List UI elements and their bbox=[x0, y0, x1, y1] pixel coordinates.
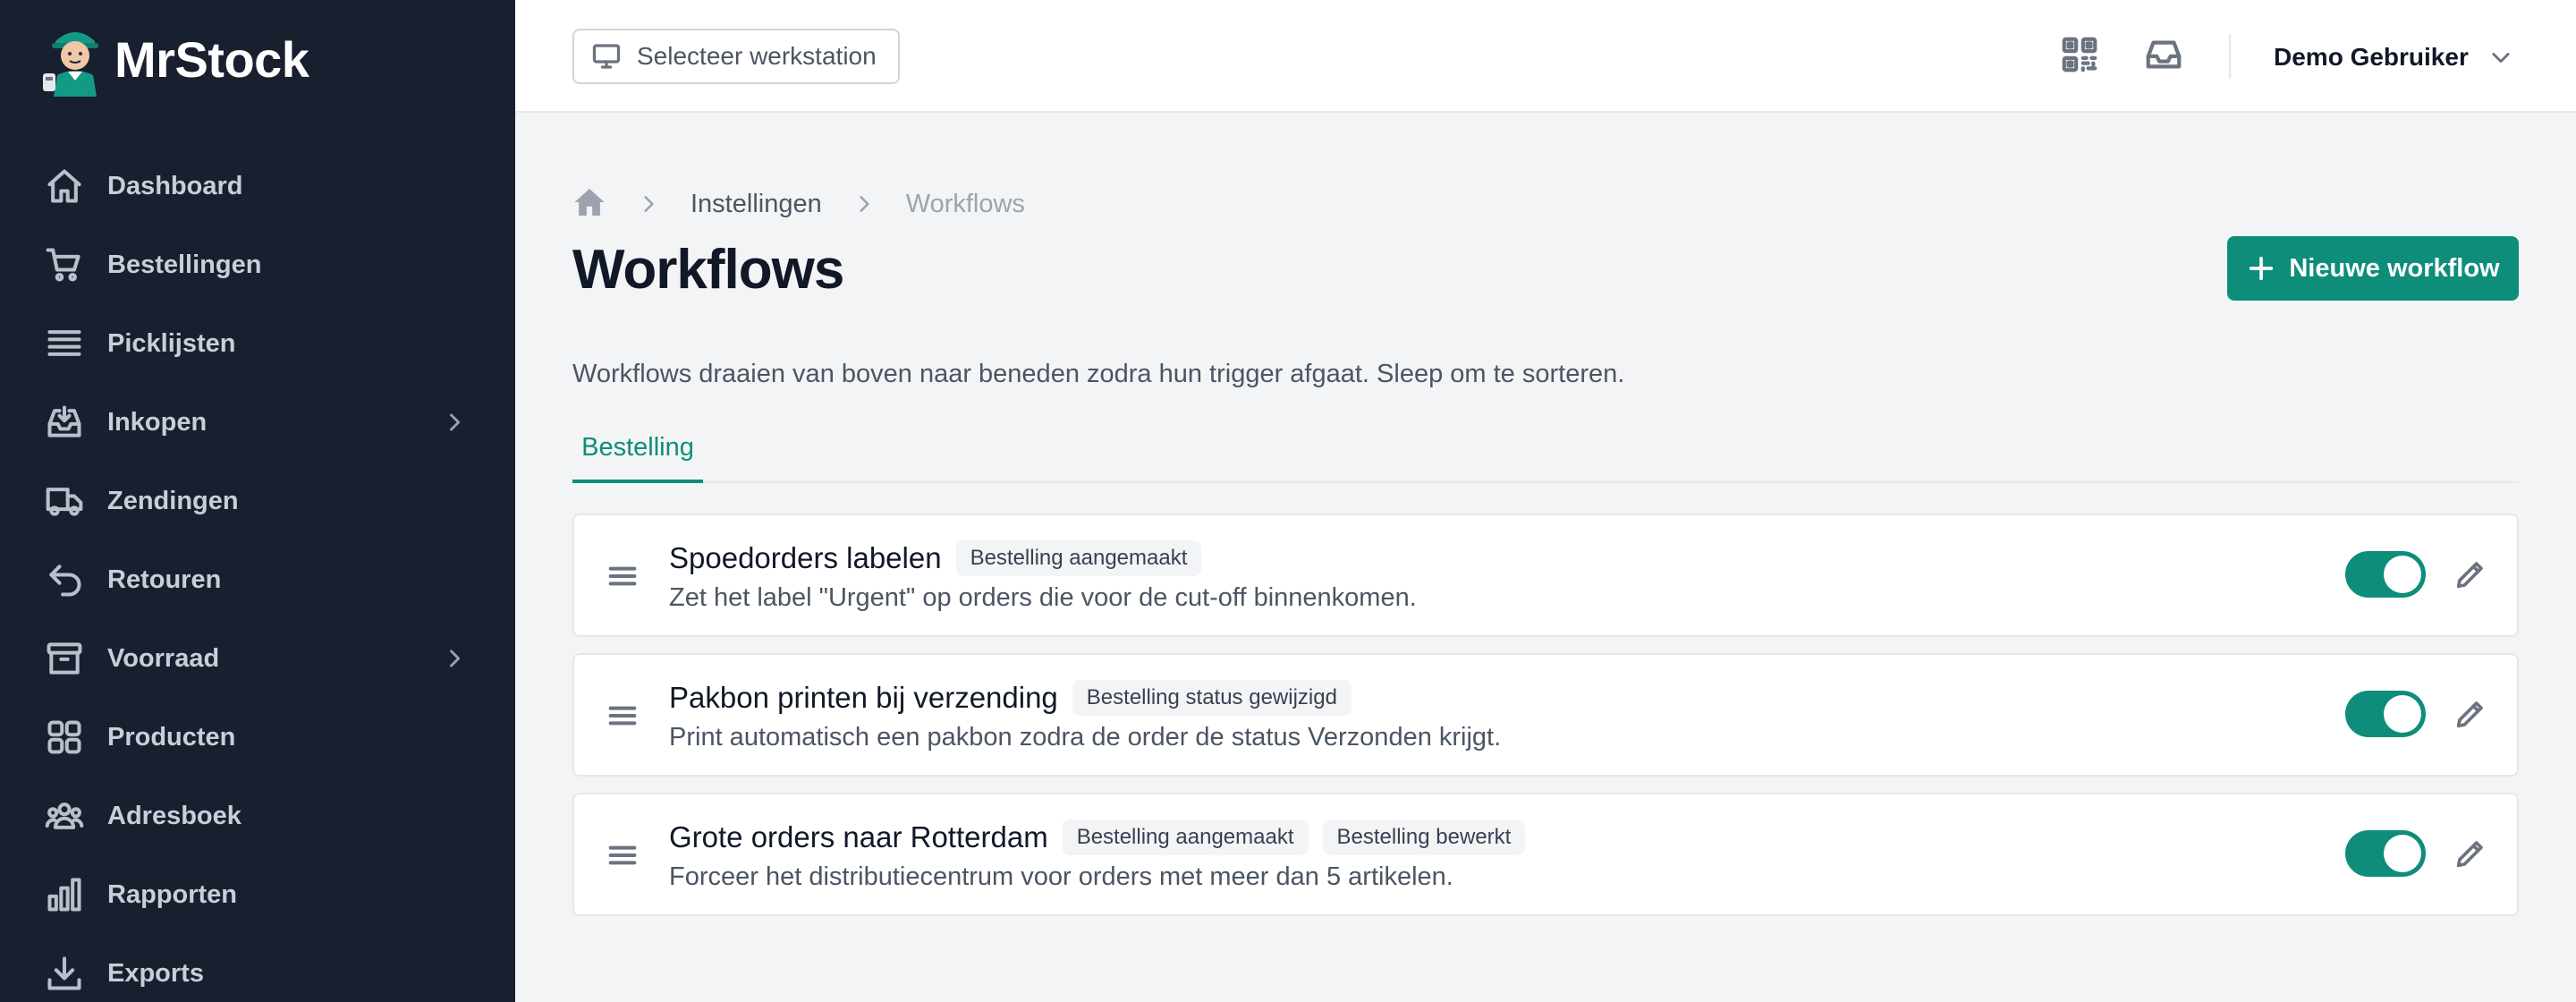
sidebar-item-retouren[interactable]: Retouren bbox=[0, 540, 515, 619]
trigger-badge: Bestelling aangemaakt bbox=[1062, 819, 1309, 855]
sidebar-item-label: Picklijsten bbox=[107, 328, 236, 358]
pencil-icon[interactable] bbox=[2453, 556, 2488, 592]
sidebar-item-label: Rapporten bbox=[107, 879, 237, 909]
inbox-icon[interactable] bbox=[2143, 34, 2184, 75]
page-description: Workflows draaien van boven naar beneden… bbox=[572, 360, 1625, 388]
chevron-right-icon bbox=[442, 646, 467, 671]
workflow-title: Spoedorders labelen bbox=[669, 541, 942, 574]
workflow-card: Grote orders naar Rotterdam Bestelling a… bbox=[572, 793, 2519, 916]
workflow-description: Print automatisch een pakbon zodra de or… bbox=[669, 723, 1502, 752]
qr-code-icon[interactable] bbox=[2059, 34, 2100, 75]
workflow-header: Spoedorders labelen Bestelling aangemaak… bbox=[669, 540, 1202, 576]
list-icon bbox=[45, 324, 84, 363]
sidebar-item-label: Zendingen bbox=[107, 486, 239, 515]
workflow-title: Grote orders naar Rotterdam bbox=[669, 820, 1048, 853]
sidebar-item-producten[interactable]: Producten bbox=[0, 698, 515, 777]
chevron-right-icon bbox=[852, 192, 876, 216]
workflow-card: Spoedorders labelen Bestelling aangemaak… bbox=[572, 514, 2519, 637]
select-workstation-label: Selecteer werkstation bbox=[637, 42, 877, 70]
user-menu[interactable]: Demo Gebruiker bbox=[2274, 36, 2513, 79]
home-icon[interactable] bbox=[572, 185, 606, 224]
tab-label: Bestelling bbox=[581, 433, 694, 462]
truck-icon bbox=[45, 481, 84, 521]
monitor-icon bbox=[592, 44, 621, 69]
breadcrumb-workflows: Workflows bbox=[905, 189, 1025, 218]
chevron-down-icon bbox=[2492, 53, 2510, 64]
mascot-logo-icon bbox=[43, 32, 98, 97]
pencil-icon[interactable] bbox=[2453, 696, 2488, 732]
sidebar-item-label: Dashboard bbox=[107, 171, 243, 200]
new-workflow-button[interactable]: Nieuwe workflow bbox=[2227, 236, 2519, 301]
toggle-knob bbox=[2384, 556, 2421, 593]
plus-icon bbox=[2250, 256, 2274, 281]
sidebar-item-label: Exports bbox=[107, 958, 204, 988]
sidebar-item-label: Voorraad bbox=[107, 643, 220, 673]
sidebar-item-label: Producten bbox=[107, 722, 236, 752]
workflow-description: Forceer het distributiecentrum voor orde… bbox=[669, 862, 1453, 891]
sidebar-item-voorraad[interactable]: Voorraad bbox=[0, 619, 515, 698]
drag-handle-icon[interactable] bbox=[605, 837, 640, 873]
workflow-enabled-toggle[interactable] bbox=[2345, 551, 2426, 598]
trigger-badge: Bestelling bewerkt bbox=[1322, 819, 1526, 855]
sidebar-item-label: Adresboek bbox=[107, 801, 242, 830]
sidebar-item-adresboek[interactable]: Adresboek bbox=[0, 777, 515, 855]
chevron-right-icon bbox=[637, 192, 660, 216]
sidebar-item-inkopen[interactable]: Inkopen bbox=[0, 383, 515, 462]
logo[interactable]: MrStock bbox=[41, 21, 309, 97]
workflow-header: Grote orders naar Rotterdam Bestelling a… bbox=[669, 819, 1526, 855]
sidebar-item-bestellingen[interactable]: Bestellingen bbox=[0, 225, 515, 304]
top-bar: Selecteer werkstation Demo Gebruiker bbox=[515, 0, 2576, 113]
topbar-divider bbox=[2229, 34, 2231, 79]
workflow-title: Pakbon printen bij verzending bbox=[669, 681, 1058, 714]
trigger-badge: Bestelling aangemaakt bbox=[955, 540, 1202, 576]
sidebar-nav: Dashboard Bestellingen Picklijsten Inkop… bbox=[0, 147, 515, 1002]
workflow-enabled-toggle[interactable] bbox=[2345, 691, 2426, 737]
sidebar-item-zendingen[interactable]: Zendingen bbox=[0, 462, 515, 540]
grid-icon bbox=[45, 718, 84, 757]
sidebar-item-dashboard[interactable]: Dashboard bbox=[0, 147, 515, 225]
new-workflow-label: Nieuwe workflow bbox=[2289, 253, 2500, 283]
workflow-enabled-toggle[interactable] bbox=[2345, 830, 2426, 877]
workflow-header: Pakbon printen bij verzending Bestelling… bbox=[669, 680, 1352, 716]
return-arrow-icon bbox=[45, 560, 84, 599]
archive-box-icon bbox=[45, 639, 84, 678]
sidebar-item-label: Inkopen bbox=[107, 407, 208, 437]
sidebar-item-rapporten[interactable]: Rapporten bbox=[0, 855, 515, 934]
user-name: Demo Gebruiker bbox=[2274, 43, 2469, 71]
sidebar-item-exports[interactable]: Exports bbox=[0, 934, 515, 1002]
workflow-description: Zet het label "Urgent" op orders die voo… bbox=[669, 583, 1417, 612]
drag-handle-icon[interactable] bbox=[605, 698, 640, 734]
toggle-knob bbox=[2384, 695, 2421, 733]
breadcrumb-instellingen[interactable]: Instellingen bbox=[691, 190, 822, 219]
home-icon bbox=[45, 166, 84, 206]
inbox-download-icon bbox=[45, 403, 84, 442]
tab-bar: Bestelling bbox=[572, 428, 2519, 483]
chevron-right-icon bbox=[442, 410, 467, 435]
sidebar-item-picklijsten[interactable]: Picklijsten bbox=[0, 304, 515, 383]
app-name: MrStock bbox=[114, 30, 309, 88]
drag-handle-icon[interactable] bbox=[605, 558, 640, 594]
toggle-knob bbox=[2384, 835, 2421, 872]
users-icon bbox=[45, 796, 84, 836]
bar-chart-icon bbox=[45, 875, 84, 914]
trigger-badge: Bestelling status gewijzigd bbox=[1072, 680, 1352, 716]
cart-icon bbox=[45, 245, 84, 284]
tab-bestelling[interactable]: Bestelling bbox=[572, 428, 703, 483]
download-icon bbox=[45, 954, 84, 993]
page-title: Workflows bbox=[572, 239, 844, 301]
pencil-icon[interactable] bbox=[2453, 836, 2488, 871]
sidebar-item-label: Retouren bbox=[107, 565, 222, 594]
workflow-card: Pakbon printen bij verzending Bestelling… bbox=[572, 653, 2519, 777]
breadcrumb: Instellingen Workflows bbox=[572, 184, 1025, 224]
sidebar: MrStock Dashboard Bestellingen Picklijst… bbox=[0, 0, 515, 1002]
select-workstation-button[interactable]: Selecteer werkstation bbox=[572, 29, 900, 84]
sidebar-item-label: Bestellingen bbox=[107, 250, 262, 279]
